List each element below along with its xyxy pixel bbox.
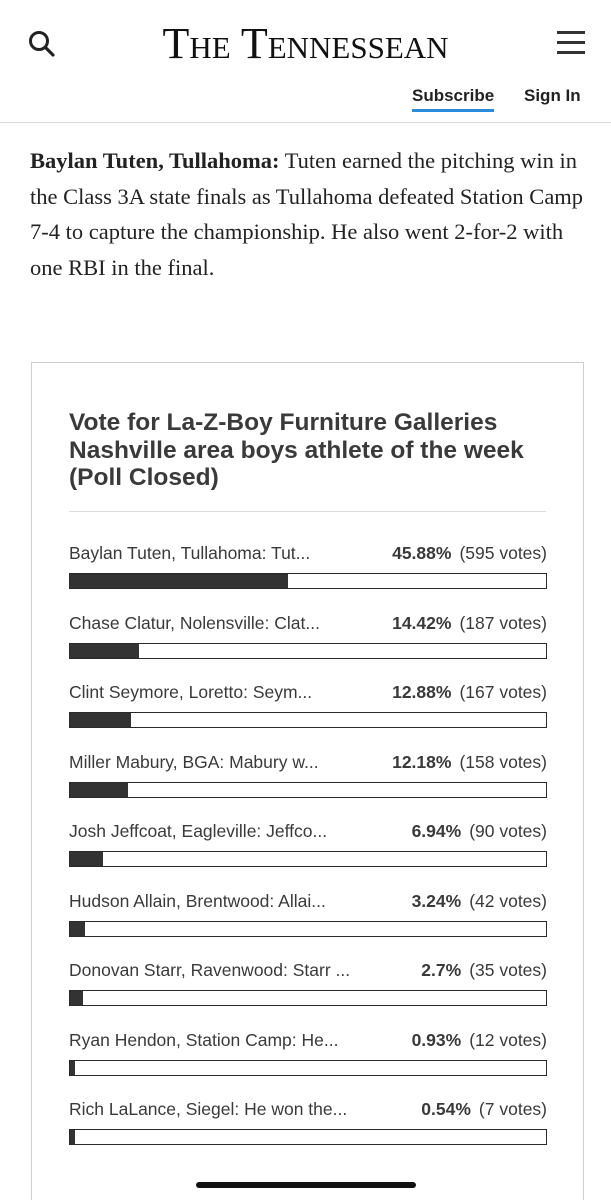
poll-option-label: Baylan Tuten, Tullahoma: Tut... [69,543,311,563]
poll-option-votes: (595 votes) [459,543,547,563]
poll-option-row: Ryan Hendon, Station Camp: He... 0.93% (12… [69,1030,547,1054]
poll-result-bar [69,920,547,937]
poll-option-label: Josh Jeffcoat, Eagleville: Jeffco... [69,821,328,841]
poll-result-bar [69,642,547,659]
poll-option-label: Miller Mabury, BGA: Mabury w... [69,751,319,772]
poll-option-percent: 3.24% [411,890,462,911]
poll-option-percent: 12.18% [392,751,452,772]
poll-option: Donovan Starr, Ravenwood: Starr ... 2.7% (… [69,960,547,1010]
divider [69,511,546,512]
poll-option-votes: (42 votes) [469,890,547,911]
poll-option-percent: 2.7% [421,960,462,980]
poll-option: Josh Jeffcoat, Eagleville: Jeffco... 6.94… [69,821,547,871]
poll-option-row: Rich LaLance, Siegel: He won the... 0.54%… [69,1099,547,1123]
poll-option-votes: (35 votes) [469,960,547,980]
poll-result-bar [69,1129,547,1145]
poll-option: Baylan Tuten, Tullahoma: Tut... 45.88% (59… [69,543,547,593]
poll-option-percent: 6.94% [411,821,462,841]
poll-result-bar [69,573,547,589]
poll-result-bar [69,990,547,1006]
poll-option-row: Donovan Starr, Ravenwood: Starr ... 2.7% (… [69,960,547,984]
poll-option-votes: (187 votes) [459,612,547,633]
site-header: The Tennessean Subscribe Sign In [0,0,611,123]
poll-option-percent: 14.42% [392,612,452,633]
poll-option-votes: (12 votes) [469,1029,547,1050]
poll-option: Chase Clatur, Nolensville: Clat... 14.42%… [69,613,547,663]
poll-option-label: Donovan Starr, Ravenwood: Starr ... [69,960,351,980]
poll-result-bar-fill [70,782,128,797]
poll-result-bar-fill [70,852,104,866]
poll-result-bar-fill [70,921,86,936]
poll-result-bar-fill [70,1060,76,1075]
poll-option-label: Ryan Hendon, Station Camp: He... [69,1029,339,1050]
poll-widget: Vote for La-Z-Boy Furniture Galleries Na… [31,362,584,1200]
poll-result-bar [69,1059,547,1076]
home-indicator[interactable] [196,1182,416,1188]
poll-result-bar-fill [70,643,139,658]
poll-option: Rich LaLance, Siegel: He won the... 0.54%… [69,1099,547,1149]
poll-option: Miller Mabury, BGA: Mabury w... 12.18% (15… [69,752,547,802]
poll-title: Vote for La-Z-Boy Furniture Galleries Na… [69,409,524,491]
poll-option-row: Clint Seymore, Loretto: Seym... 12.88% (16… [69,682,547,706]
poll-result-bar [69,781,547,798]
poll-option-row: Josh Jeffcoat, Eagleville: Jeffco... 6.94… [69,821,547,845]
poll-option-percent: 45.88% [392,543,452,563]
poll-option-row: Hudson Allain, Brentwood: Allai... 3.24% (… [69,891,547,915]
poll-result-bar-fill [70,713,132,727]
poll-option-label: Clint Seymore, Loretto: Seym... [69,682,313,702]
hamburger-menu-icon[interactable] [555,28,589,58]
poll-option: Hudson Allain, Brentwood: Allai... 3.24% (… [69,891,547,941]
poll-option-percent: 0.93% [411,1029,462,1050]
poll-result-bar [69,851,547,867]
poll-option-percent: 0.54% [421,1099,471,1119]
poll-option-label: Chase Clatur, Nolensville: Clat... [69,612,320,633]
poll-result-bar-fill [70,1130,76,1144]
article-paragraph: Baylan Tuten, Tullahoma: Tuten earned th… [30,143,590,285]
poll-result-bar-fill [70,991,83,1005]
poll-option: Ryan Hendon, Station Camp: He... 0.93% (12… [69,1030,547,1080]
poll-option-votes: (90 votes) [469,821,547,841]
poll-option-votes: (158 votes) [459,751,547,772]
poll-option-label: Rich LaLance, Siegel: He won the... [69,1099,348,1119]
poll-option-percent: 12.88% [392,682,452,702]
poll-option-row: Miller Mabury, BGA: Mabury w... 12.18% (15… [69,752,547,776]
masthead-logo[interactable]: The Tennessean [0,18,611,69]
poll-option-votes: (7 votes) [478,1099,547,1119]
poll-result-bar-fill [70,574,289,588]
poll-option-row: Chase Clatur, Nolensville: Clat... 14.42%… [69,613,547,637]
poll-option: Clint Seymore, Loretto: Seym... 12.88% (16… [69,682,547,732]
poll-option-row: Baylan Tuten, Tullahoma: Tut... 45.88% (59… [69,543,547,567]
subscribe-link[interactable]: Subscribe [412,86,495,112]
poll-result-bar [69,712,547,728]
poll-option-votes: (167 votes) [459,682,547,702]
poll-option-label: Hudson Allain, Brentwood: Allai... [69,890,326,911]
athlete-name: Baylan Tuten, Tullahoma: [30,148,280,173]
sign-in-link[interactable]: Sign In [524,86,581,106]
